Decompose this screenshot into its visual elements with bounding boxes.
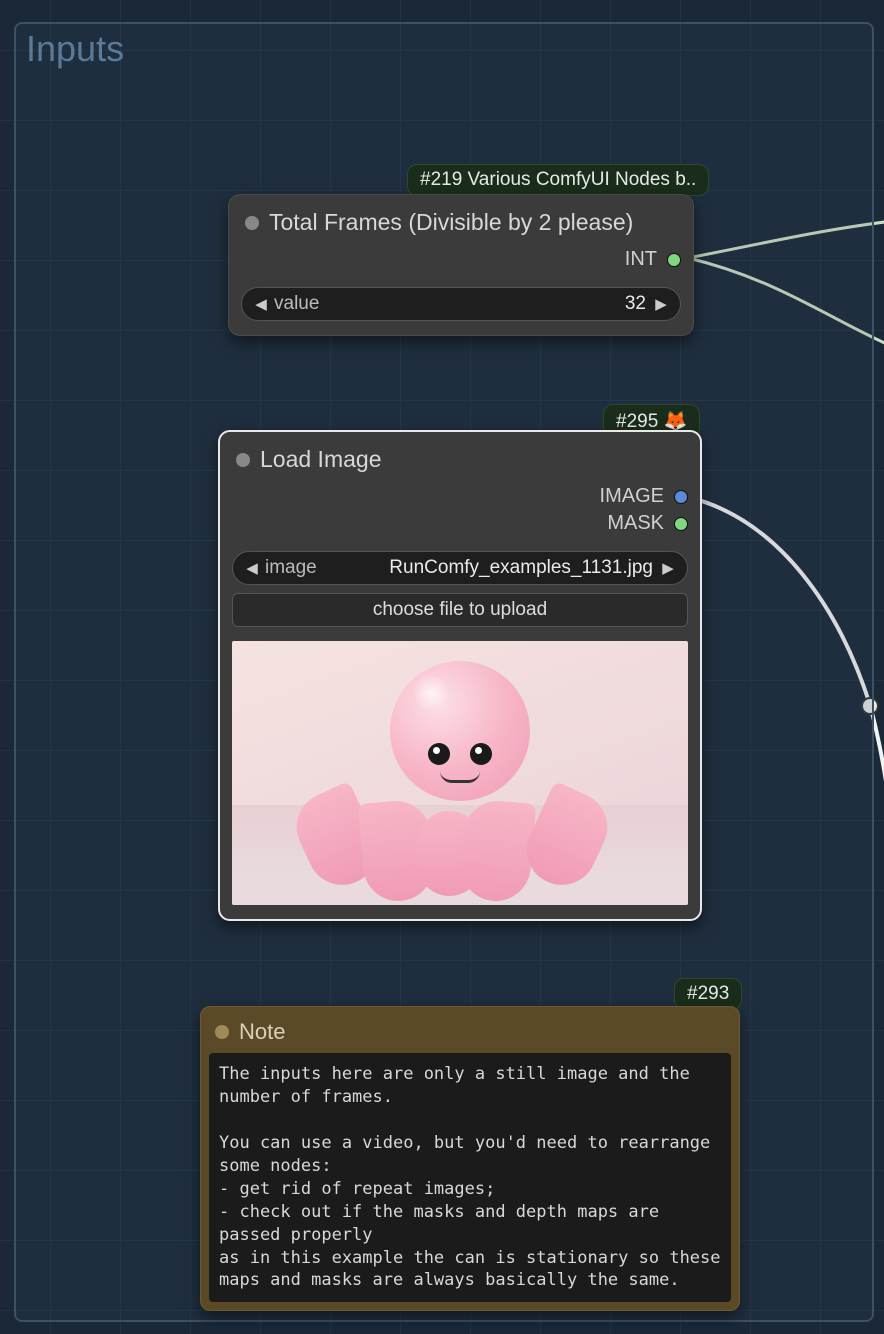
node-title: Load Image: [260, 446, 381, 473]
node-title: Note: [239, 1019, 285, 1045]
node-total-frames[interactable]: Total Frames (Divisible by 2 please) INT…: [228, 194, 694, 336]
port-socket-icon[interactable]: [667, 253, 681, 267]
output-port-image[interactable]: IMAGE: [220, 483, 700, 510]
value-stepper[interactable]: ◀ value 32 ▶: [241, 287, 681, 321]
widget-value: RunComfy_examples_1131.jpg: [389, 557, 653, 579]
output-port-mask[interactable]: MASK: [220, 510, 700, 537]
widget-label: image: [265, 557, 317, 579]
port-label: MASK: [607, 512, 664, 535]
port-socket-icon[interactable]: [674, 517, 688, 531]
chevron-left-icon[interactable]: ◀: [252, 295, 270, 313]
collapse-dot-icon[interactable]: [236, 453, 250, 467]
node-note[interactable]: Note The inputs here are only a still im…: [200, 1006, 740, 1311]
port-label: INT: [625, 248, 657, 271]
chevron-left-icon[interactable]: ◀: [243, 559, 261, 577]
image-selector[interactable]: ◀ image RunComfy_examples_1131.jpg ▶: [232, 551, 688, 585]
upload-button[interactable]: choose file to upload: [232, 593, 688, 627]
note-text[interactable]: The inputs here are only a still image a…: [209, 1053, 731, 1302]
port-label: IMAGE: [600, 485, 664, 508]
node-header[interactable]: Note: [201, 1007, 739, 1053]
widget-label: value: [274, 293, 319, 315]
group-title: Inputs: [16, 24, 872, 74]
collapse-dot-icon[interactable]: [215, 1025, 229, 1039]
node-header[interactable]: Load Image: [220, 432, 700, 483]
node-title: Total Frames (Divisible by 2 please): [269, 209, 633, 236]
image-preview[interactable]: [232, 641, 688, 905]
port-socket-icon[interactable]: [674, 490, 688, 504]
node-badge-total-frames: #219 Various ComfyUI Nodes b..: [407, 164, 709, 196]
collapse-dot-icon[interactable]: [245, 216, 259, 230]
widget-value: 32: [625, 293, 646, 315]
output-port-int[interactable]: INT: [229, 246, 693, 273]
upload-button-label: choose file to upload: [373, 599, 547, 621]
chevron-right-icon[interactable]: ▶: [652, 295, 670, 313]
node-load-image[interactable]: Load Image IMAGE MASK ◀ image RunComfy_e…: [218, 430, 702, 921]
node-header[interactable]: Total Frames (Divisible by 2 please): [229, 195, 693, 246]
chevron-right-icon[interactable]: ▶: [659, 559, 677, 577]
